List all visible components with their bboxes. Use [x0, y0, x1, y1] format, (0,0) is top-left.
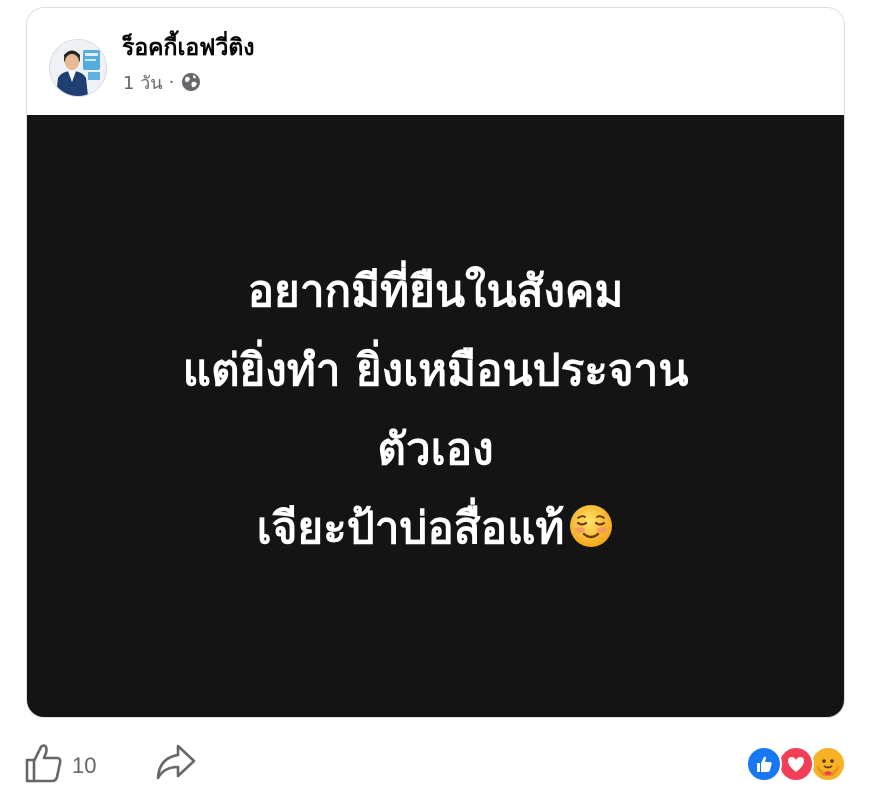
smiling-face-icon	[568, 495, 614, 547]
post-time[interactable]: 1 วัน	[123, 68, 163, 97]
like-button[interactable]: 10	[24, 742, 96, 789]
love-reaction-icon	[778, 746, 814, 782]
thumbs-up-icon	[24, 742, 64, 789]
post-card: ร็อคกี้เอฟวี่ติง 1 วัน · อยากมีที่ยืนในส…	[26, 7, 845, 718]
post-text-line-3: ตัวเอง	[377, 424, 494, 475]
share-button[interactable]	[154, 742, 198, 787]
care-reaction-icon	[810, 746, 846, 782]
like-reaction-icon	[746, 746, 782, 782]
post-text-line-4-wrap: เจียะป้าบ่อสื่อแท้	[183, 489, 689, 568]
meta-separator: ·	[168, 71, 175, 93]
author-name[interactable]: ร็อคกี้เอฟวี่ติง	[122, 30, 255, 66]
post-header: ร็อคกี้เอฟวี่ติง 1 วัน ·	[27, 8, 844, 115]
avatar-image	[50, 40, 106, 96]
post-text-line-1: อยากมีที่ยืนในสังคม	[247, 266, 624, 317]
post-text: อยากมีที่ยืนในสังคม แต่ยิ่งทำ ยิ่งเหมือน…	[183, 252, 689, 568]
share-arrow-icon	[154, 744, 198, 786]
post-text-line-2: แต่ยิ่งทำ ยิ่งเหมือนประจาน	[182, 345, 689, 396]
post-footer: 10	[0, 730, 869, 800]
globe-icon[interactable]	[180, 71, 202, 93]
post-text-line-4: เจียะป้าบ่อสื่อแท้	[256, 503, 565, 554]
post-meta: 1 วัน ·	[123, 70, 202, 94]
facebook-post-page: ร็อคกี้เอฟวี่ติง 1 วัน · อยากมีที่ยืนในส…	[0, 0, 869, 808]
post-content: อยากมีที่ยืนในสังคม แต่ยิ่งทำ ยิ่งเหมือน…	[27, 115, 844, 717]
like-count: 10	[72, 752, 97, 778]
reaction-summary[interactable]	[746, 746, 846, 784]
author-avatar[interactable]	[49, 39, 107, 97]
